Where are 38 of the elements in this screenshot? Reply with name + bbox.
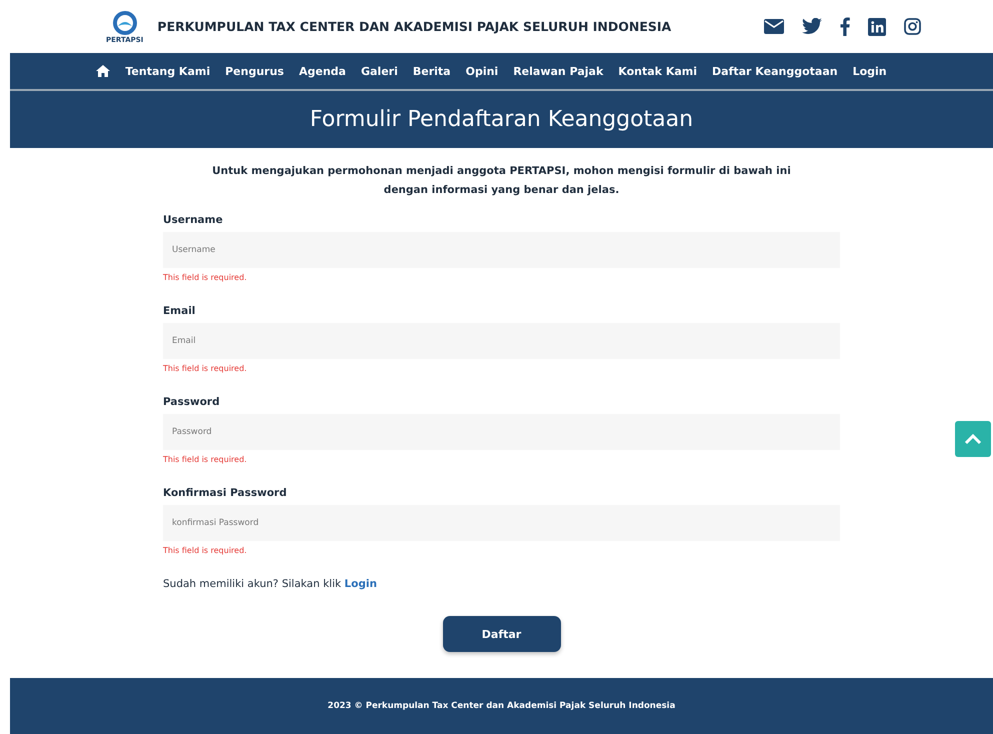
chevron-up-icon <box>964 434 982 444</box>
home-icon[interactable] <box>96 65 110 77</box>
nav-link[interactable]: Galeri <box>360 64 398 78</box>
nav-link[interactable]: Berita <box>412 64 451 78</box>
logo-icon <box>112 10 138 36</box>
page-title: Formulir Pendaftaran Keanggotaan <box>310 107 694 132</box>
nav-link[interactable]: Tentang Kami <box>125 64 210 78</box>
mail-icon[interactable] <box>764 19 784 34</box>
field-label: Username <box>163 214 224 226</box>
nav-link[interactable]: Pengurus <box>225 64 284 78</box>
login-link[interactable]: Login <box>344 578 377 590</box>
error-message: This field is required. <box>163 364 248 373</box>
submit-button[interactable]: Daftar <box>442 616 560 652</box>
login-prompt: Sudah memiliki akun? Silakan klik Login <box>163 578 378 590</box>
scroll-top-button[interactable] <box>955 421 991 457</box>
nav-link[interactable]: Daftar Keanggotaan <box>712 64 838 78</box>
input-field[interactable]: konfirmasi Password <box>163 505 840 541</box>
error-message: This field is required. <box>163 273 248 282</box>
error-message: This field is required. <box>163 546 248 555</box>
input-field[interactable]: Email <box>163 323 840 359</box>
nav-link[interactable]: Relawan Pajak <box>513 64 604 78</box>
error-message: This field is required. <box>163 455 248 464</box>
input-field[interactable]: Password <box>163 414 840 450</box>
twitter-icon[interactable] <box>802 18 822 35</box>
field-label: Password <box>163 396 221 408</box>
input-field[interactable]: Username <box>163 232 840 268</box>
field-label: Konfirmasi Password <box>163 487 288 499</box>
nav-link[interactable]: Opini <box>466 64 498 78</box>
nav-link[interactable]: Agenda <box>298 64 346 78</box>
site-title: PERKUMPULAN TAX CENTER DAN AKADEMISI PAJAK SELURUH INDONESIA <box>157 19 672 34</box>
nav-link[interactable]: Kontak Kami <box>618 64 698 78</box>
instagram-icon[interactable] <box>904 18 921 35</box>
facebook-icon[interactable] <box>840 17 850 36</box>
intro-text: Untuk mengajukan permohonan menjadi anggota PERTAPSI, mohon mengisi formulir di bawah ini dengan informasi yang benar dan jelas. <box>211 164 792 198</box>
linkedin-icon[interactable] <box>868 18 886 36</box>
nav-link[interactable]: Login <box>852 64 887 78</box>
field-label: Email <box>163 305 196 317</box>
copyright-text: 2023 © Perkumpulan Tax Center dan Akademisi Pajak Seluruh Indonesia <box>328 701 676 711</box>
